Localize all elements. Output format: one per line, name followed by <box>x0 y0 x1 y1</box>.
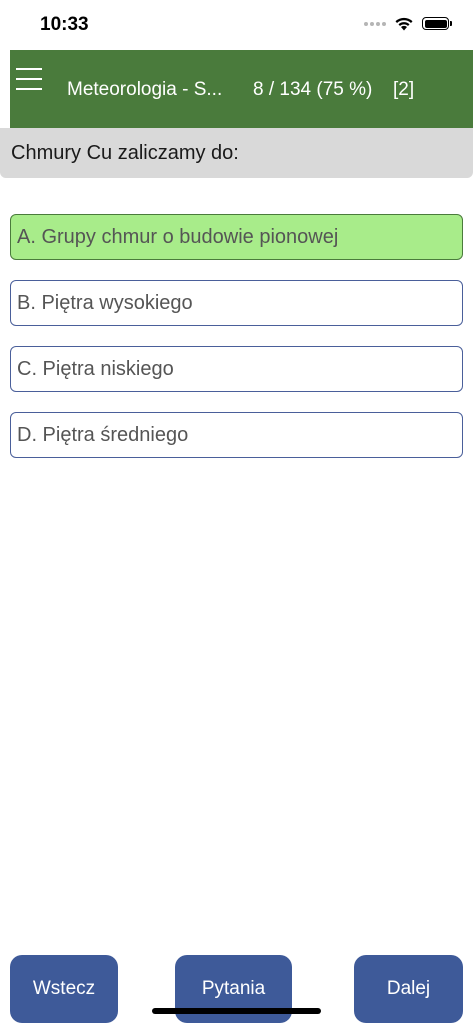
answer-list: A. Grupy chmur o budowie pionowej B. Pię… <box>10 214 463 478</box>
status-time: 10:33 <box>40 14 89 35</box>
question-text: Chmury Cu zaliczamy do: <box>11 142 239 164</box>
answer-option-c[interactable]: C. Piętra niskiego <box>10 346 463 392</box>
app-header: Meteorologia - S... 8 / 134 (75 %) [2] <box>10 50 473 128</box>
quiz-progress: 8 / 134 (75 %) <box>253 79 373 100</box>
question-bar: Chmury Cu zaliczamy do: <box>0 128 473 178</box>
answer-option-a[interactable]: A. Grupy chmur o budowie pionowej <box>10 214 463 260</box>
home-indicator[interactable] <box>152 1008 321 1014</box>
hamburger-menu-icon[interactable] <box>16 64 44 94</box>
status-bar: 10:33 <box>0 0 473 50</box>
next-button[interactable]: Dalej <box>354 955 463 1023</box>
back-button[interactable]: Wstecz <box>10 955 118 1023</box>
battery-icon <box>422 17 452 30</box>
cellular-signal-icon <box>364 21 386 26</box>
quiz-counter: [2] <box>393 79 415 100</box>
status-icons <box>364 16 452 31</box>
answer-option-d[interactable]: D. Piętra średniego <box>10 412 463 458</box>
wifi-icon <box>395 17 413 31</box>
answer-option-b[interactable]: B. Piętra wysokiego <box>10 280 463 326</box>
quiz-title: Meteorologia - S... <box>67 79 223 100</box>
